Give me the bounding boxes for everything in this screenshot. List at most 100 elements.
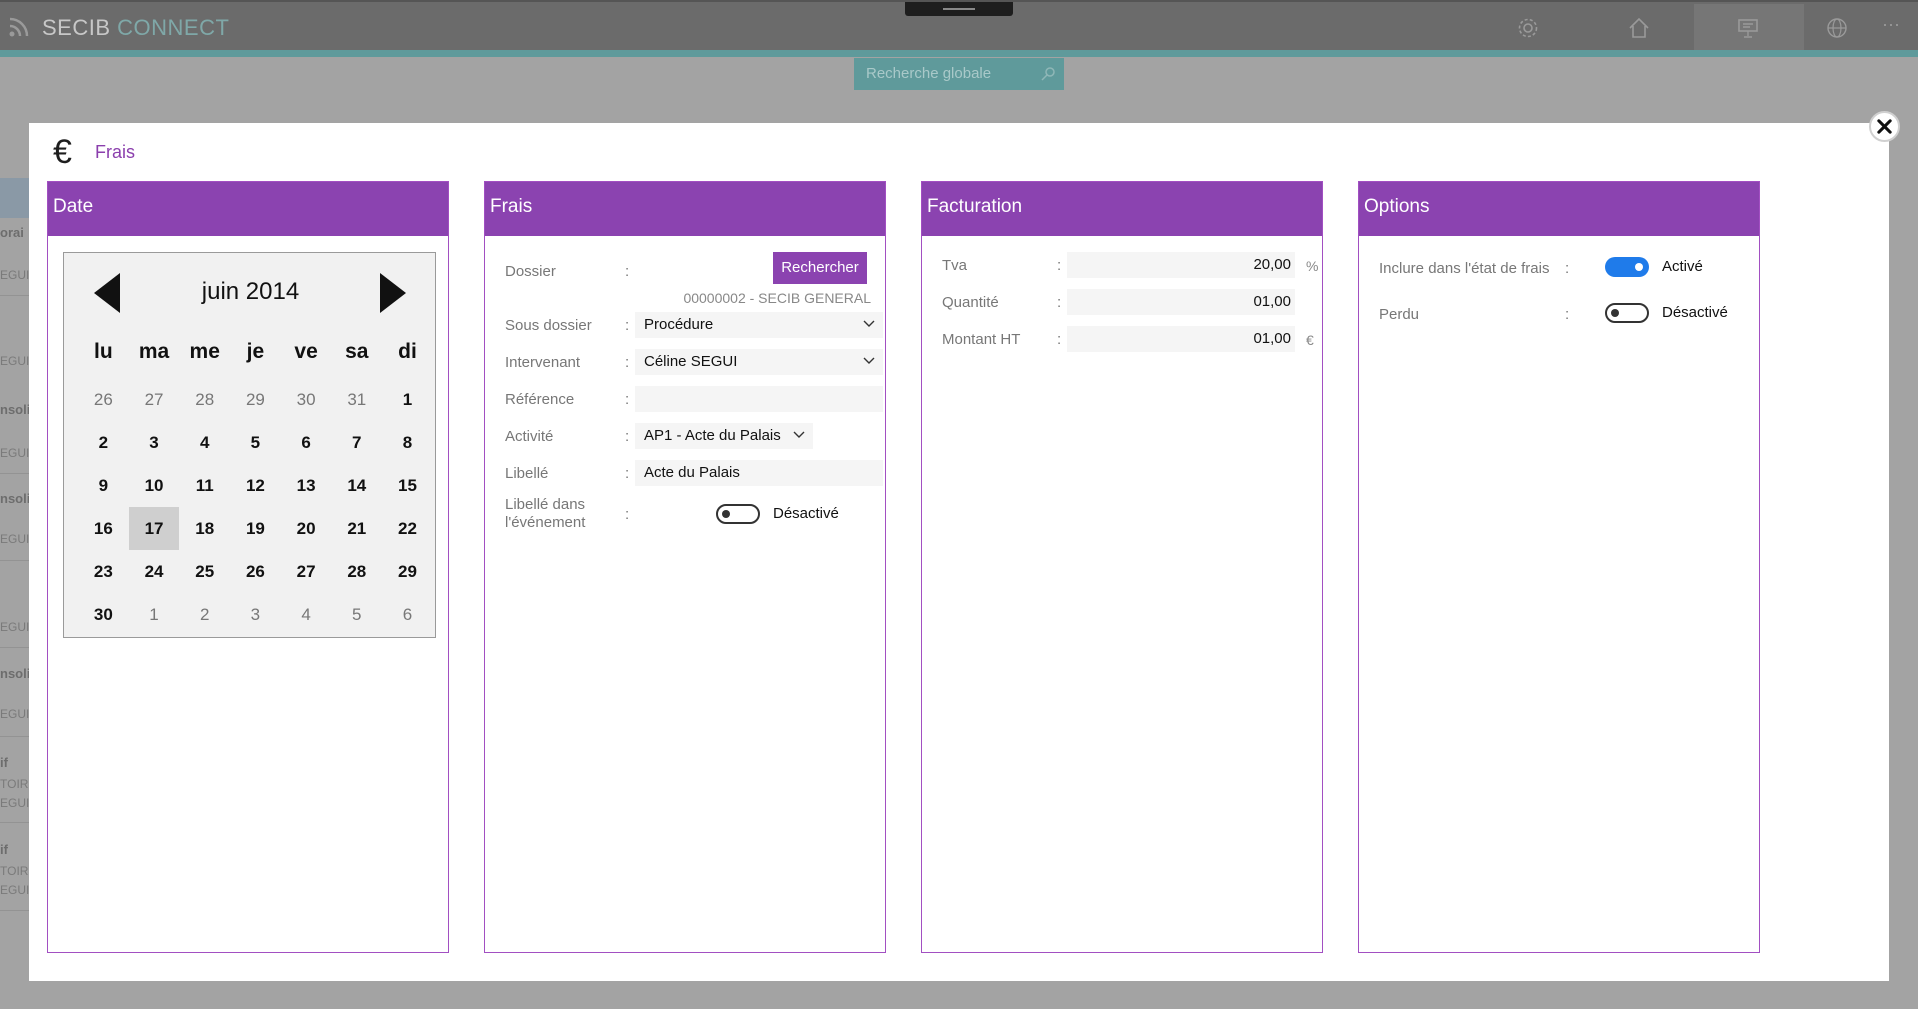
calendar-day[interactable]: 7: [331, 421, 382, 464]
search-icon[interactable]: [1040, 66, 1056, 82]
calendar-day[interactable]: 1: [382, 378, 433, 421]
calendar-day[interactable]: 5: [230, 421, 281, 464]
drag-handle[interactable]: [905, 2, 1013, 16]
calendar-day[interactable]: 19: [230, 507, 281, 550]
colon: :: [625, 354, 630, 371]
calendar-day[interactable]: 30: [78, 593, 129, 636]
calendar-day[interactable]: 20: [281, 507, 332, 550]
background-row: orai: [0, 225, 24, 240]
divider: [0, 560, 29, 561]
calendar-day[interactable]: 4: [179, 421, 230, 464]
presentation-icon[interactable]: [1736, 16, 1760, 40]
tva-row: Tva : 20,00 %: [942, 252, 1318, 278]
calendar-day[interactable]: 29: [230, 378, 281, 421]
date-panel-title: Date: [48, 182, 448, 236]
colon: :: [1565, 260, 1570, 277]
calendar-day[interactable]: 6: [281, 421, 332, 464]
calendar-day[interactable]: 18: [179, 507, 230, 550]
inclure-state: Activé: [1662, 258, 1703, 275]
gear-icon[interactable]: [1516, 16, 1540, 40]
calendar-day[interactable]: 28: [331, 550, 382, 593]
calendar-day[interactable]: 24: [129, 550, 180, 593]
calendar-day[interactable]: 5: [331, 593, 382, 636]
intervenant-select[interactable]: Céline SEGUI: [635, 349, 883, 375]
libelle-event-label-line2: l'événement: [505, 514, 586, 531]
colon: :: [625, 263, 630, 280]
chevron-down-icon: [863, 357, 875, 364]
close-icon[interactable]: [1869, 111, 1900, 142]
colon: :: [625, 428, 630, 445]
calendar-day[interactable]: 10: [129, 464, 180, 507]
calendar-day[interactable]: 3: [230, 593, 281, 636]
calendar-day[interactable]: 2: [78, 421, 129, 464]
calendar-week-row: 9 10 11 12 13 14 15: [78, 464, 433, 507]
sous-dossier-label: Sous dossier: [505, 317, 592, 334]
calendar-day[interactable]: 11: [179, 464, 230, 507]
montant-unit: €: [1306, 332, 1314, 348]
montant-input[interactable]: 01,00: [1067, 326, 1295, 352]
calendar-day[interactable]: 6: [382, 593, 433, 636]
global-search-input[interactable]: Recherche globale: [854, 58, 1064, 90]
facturation-panel: Facturation Tva : 20,00 % Quantité : 01,…: [921, 181, 1323, 953]
sous-dossier-select[interactable]: Procédure: [635, 312, 883, 338]
globe-icon[interactable]: [1825, 16, 1849, 40]
calendar-week-row: 30 1 2 3 4 5 6: [78, 593, 433, 636]
tva-input[interactable]: 20,00: [1067, 252, 1295, 278]
calendar-day[interactable]: 31: [331, 378, 382, 421]
divider: [0, 736, 29, 737]
calendar-day[interactable]: 8: [382, 421, 433, 464]
calendar-day[interactable]: 15: [382, 464, 433, 507]
background-row: EGUI: [0, 796, 29, 810]
app-title: SECIB CONNECT: [42, 15, 229, 41]
rechercher-button[interactable]: Rechercher: [773, 252, 867, 284]
libelle-row: Libellé : Acte du Palais: [505, 460, 883, 486]
libelle-input[interactable]: Acte du Palais: [635, 460, 883, 486]
more-icon[interactable]: ···: [1882, 14, 1900, 35]
calendar-weekday: lu: [94, 340, 113, 363]
facturation-panel-title: Facturation: [922, 182, 1322, 236]
calendar-grid: lu ma me je ve sa di 26 27 28 29 30 31 1 2 3 4 5 6 7 8 9 10 11 1…: [78, 335, 433, 636]
calendar-day[interactable]: 4: [281, 593, 332, 636]
calendar-day[interactable]: 30: [281, 378, 332, 421]
calendar-day[interactable]: 28: [179, 378, 230, 421]
calendar-day[interactable]: 16: [78, 507, 129, 550]
calendar-day[interactable]: 25: [179, 550, 230, 593]
calendar-day[interactable]: 9: [78, 464, 129, 507]
colon: :: [1565, 306, 1570, 323]
calendar-day[interactable]: 22: [382, 507, 433, 550]
divider: [0, 822, 29, 823]
calendar-day[interactable]: 2: [179, 593, 230, 636]
app-topbar: SECIB CONNECT ···: [0, 0, 1918, 52]
next-month-arrow-icon[interactable]: [380, 273, 406, 313]
calendar-day[interactable]: 27: [129, 378, 180, 421]
calendar-day-selected[interactable]: 17: [128, 507, 180, 550]
background-row: EGUI: [0, 354, 29, 368]
activite-label: Activité: [505, 428, 554, 445]
calendar-day[interactable]: 27: [281, 550, 332, 593]
search-placeholder: Recherche globale: [866, 65, 992, 82]
inclure-toggle[interactable]: [1605, 257, 1649, 277]
calendar-day[interactable]: 26: [78, 378, 129, 421]
perdu-toggle[interactable]: [1605, 303, 1649, 323]
quantite-input[interactable]: 01,00: [1067, 289, 1295, 315]
calendar-day[interactable]: 13: [281, 464, 332, 507]
calendar-day[interactable]: 21: [331, 507, 382, 550]
calendar-day[interactable]: 14: [331, 464, 382, 507]
calendar-week-row: 2345678: [78, 421, 433, 464]
modal-title: Frais: [95, 142, 135, 162]
reference-input[interactable]: [635, 386, 883, 412]
calendar-day[interactable]: 29: [382, 550, 433, 593]
calendar-day[interactable]: 26: [230, 550, 281, 593]
activite-select[interactable]: AP1 - Acte du Palais: [635, 423, 813, 449]
calendar-day[interactable]: 3: [129, 421, 180, 464]
calendar-day[interactable]: 12: [230, 464, 281, 507]
libelle-event-toggle[interactable]: [716, 504, 760, 524]
libelle-event-state: Désactivé: [773, 505, 839, 522]
divider: [0, 295, 29, 296]
options-panel: Options Inclure dans l'état de frais : A…: [1358, 181, 1760, 953]
calendar-day[interactable]: 23: [78, 550, 129, 593]
background-row: EGUI: [0, 532, 29, 546]
home-icon[interactable]: [1627, 16, 1651, 40]
calendar-day[interactable]: 1: [129, 593, 180, 636]
background-row: TOIR: [0, 864, 29, 878]
